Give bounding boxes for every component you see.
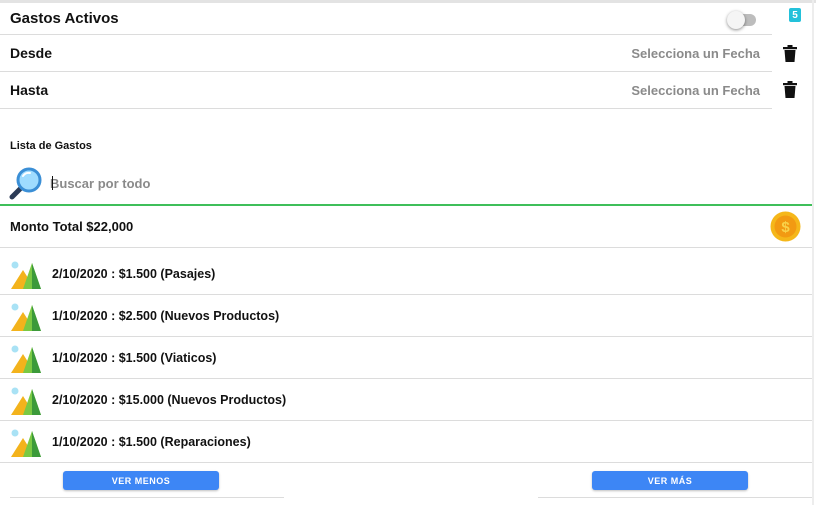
from-date-label: Desde xyxy=(10,45,53,61)
total-row: Monto Total $22,000 xyxy=(0,206,812,248)
active-expenses-row: Gastos Activos xyxy=(0,2,772,35)
list-item[interactable]: 2/10/2020 : $15.000 (Nuevos Productos) xyxy=(0,379,812,421)
bottom-divider xyxy=(538,497,812,498)
item-text: 1/10/2020 : $1.500 (Viaticos) xyxy=(52,351,217,365)
list-title: Lista de Gastos xyxy=(10,140,92,152)
show-less-button[interactable]: VER MENOS xyxy=(63,471,219,490)
to-date-label: Hasta xyxy=(10,82,49,98)
active-expenses-label: Gastos Activos xyxy=(10,9,119,27)
trash-icon[interactable] xyxy=(783,45,797,62)
scrollbar-track[interactable] xyxy=(812,0,814,505)
from-date-picker[interactable]: Selecciona un Fecha xyxy=(631,46,760,61)
item-text: 2/10/2020 : $1.500 (Pasajes) xyxy=(52,267,216,281)
bottom-divider xyxy=(10,497,284,498)
landscape-icon xyxy=(11,429,41,457)
to-date-picker[interactable]: Selecciona un Fecha xyxy=(631,83,760,98)
item-text: 2/10/2020 : $15.000 (Nuevos Productos) xyxy=(52,393,287,407)
count-badge: 5 xyxy=(789,8,801,22)
toggle-knob[interactable] xyxy=(727,11,745,29)
search-input[interactable] xyxy=(50,172,750,194)
list-item[interactable]: 1/10/2020 : $1.500 (Reparaciones) xyxy=(0,421,812,463)
landscape-icon xyxy=(11,303,41,331)
dollar-coin-icon: $ xyxy=(770,211,801,242)
trash-icon[interactable] xyxy=(783,81,797,98)
total-amount: Monto Total $22,000 xyxy=(10,219,134,234)
magnifier-icon xyxy=(9,167,42,200)
active-expenses-toggle[interactable] xyxy=(727,11,756,29)
landscape-icon xyxy=(11,387,41,415)
item-text: 1/10/2020 : $2.500 (Nuevos Productos) xyxy=(52,309,280,323)
landscape-icon xyxy=(11,345,41,373)
show-more-button[interactable]: VER MÁS xyxy=(592,471,748,490)
to-date-row[interactable]: Hasta Selecciona un Fecha xyxy=(0,72,772,109)
item-text: 1/10/2020 : $1.500 (Reparaciones) xyxy=(52,435,251,449)
list-item[interactable]: 2/10/2020 : $1.500 (Pasajes) xyxy=(0,253,812,295)
text-caret xyxy=(52,176,53,190)
list-item[interactable]: 1/10/2020 : $1.500 (Viaticos) xyxy=(0,337,812,379)
landscape-icon xyxy=(11,261,41,289)
svg-text:$: $ xyxy=(781,219,790,236)
from-date-row[interactable]: Desde Selecciona un Fecha xyxy=(0,35,772,72)
list-item[interactable]: 1/10/2020 : $2.500 (Nuevos Productos) xyxy=(0,295,812,337)
